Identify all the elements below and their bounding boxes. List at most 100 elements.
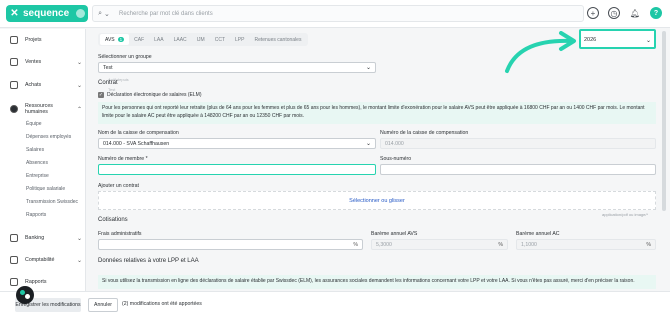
top-icons: + ◷ 🔔︎ ? <box>587 7 662 19</box>
tab-label: AVS <box>105 36 115 43</box>
top-bar: ✕ sequence ⌕ ⌄ Recherche par mot clé dans… <box>0 0 670 28</box>
bank-icon <box>10 234 18 242</box>
cotisations-title: Cotisations <box>98 217 128 223</box>
add-icon[interactable]: + <box>587 7 599 19</box>
group-label: Sélectionner un groupe <box>98 54 152 60</box>
elm-checkbox-row[interactable]: ✓ Déclaration électronique de salaires (… <box>98 92 202 98</box>
percent-suffix: % <box>646 241 651 248</box>
tab-laa[interactable]: LAA <box>149 34 168 45</box>
elm-checkbox-label: Déclaration électronique de salaires (EL… <box>107 92 202 98</box>
tab-lpp[interactable]: LPP <box>230 34 249 45</box>
sidebar-subitem-depenses[interactable]: Dépenses employés <box>26 134 71 140</box>
sidebar-item-rapports[interactable]: Rapports <box>10 278 82 286</box>
fund-name-label: Nom de la caisse de compensation <box>98 130 179 136</box>
checkbox-checked-icon[interactable]: ✓ <box>98 92 104 98</box>
chevron-down-icon: ⌄ <box>645 37 651 44</box>
clock-icon[interactable]: ◷ <box>608 7 620 19</box>
fund-number-value: 014.000 <box>385 140 404 147</box>
contract-upload-zone[interactable]: Sélectionner ou glisser <box>98 191 656 210</box>
chevron-down-icon: ⌄ <box>76 257 82 264</box>
sidebar-item-ressources-humaines[interactable]: Ressources humaines ⌃ <box>10 103 82 115</box>
lpp-info-text: Si vous utilisez la transmission en lign… <box>102 278 635 284</box>
search-input[interactable]: Recherche par mot clé dans clients <box>115 11 213 17</box>
sidebar-subitem-salaires[interactable]: Salaires <box>26 147 44 153</box>
admin-fees-label: Frais administratifs <box>98 231 142 237</box>
logo-badge <box>76 9 85 18</box>
sidebar-subitem-absences[interactable]: Absences <box>26 160 48 166</box>
avs-info-box: Pour les personnes qui ont reporté leur … <box>98 102 656 124</box>
sub-number-input[interactable] <box>380 164 656 175</box>
tab-ijm[interactable]: IJM <box>192 34 210 45</box>
modifications-status: (2) modifications ont été apportées <box>122 301 202 307</box>
avs-info-text: Pour les personnes qui ont reporté leur … <box>102 105 645 119</box>
avs-rate-value: 5,3000 <box>376 241 392 248</box>
tab-cct[interactable]: CCT <box>210 34 230 45</box>
chat-dot-green <box>20 290 25 295</box>
sidebar-item-label: Ressources humaines <box>24 103 53 115</box>
lpp-laa-title: Données relatives à votre LPP et LAA <box>98 258 199 264</box>
sub-number-label: Sous-numéro <box>380 156 412 162</box>
chevron-down-icon: ⌄ <box>104 10 110 18</box>
sidebar-subitem-equipe[interactable]: Équipe <box>26 121 42 127</box>
search-bar[interactable]: ⌕ ⌄ Recherche par mot clé dans clients <box>92 5 584 22</box>
group-select[interactable]: Test ⌄ <box>98 62 376 73</box>
percent-suffix: % <box>498 241 503 248</box>
tag-icon <box>10 58 18 66</box>
chevron-down-icon: ⌄ <box>76 235 82 242</box>
year-highlight: 2026 ⌄ <box>579 29 656 49</box>
people-icon <box>10 105 18 113</box>
tab-count-badge: 1 <box>117 37 125 42</box>
sidebar-subitem-rapports[interactable]: Rapports <box>26 212 46 218</box>
tab-bar: AVS 1 CAF LAA LAAC IJM CCT LPP Retenues … <box>98 33 309 46</box>
tab-caf[interactable]: CAF <box>129 34 149 45</box>
logo-icon: ✕ <box>10 8 19 19</box>
check-square-icon <box>10 36 18 44</box>
sidebar-item-projets[interactable]: Projets <box>10 36 82 44</box>
percent-suffix: % <box>353 241 358 248</box>
add-contract-label: Ajouter un contrat <box>98 183 139 189</box>
sidebar-item-banking[interactable]: Banking ⌄ <box>10 234 82 242</box>
sidebar-item-label: Comptabilité <box>25 257 55 263</box>
bell-icon[interactable]: 🔔︎ <box>629 7 641 19</box>
chevron-down-icon: ⌄ <box>76 59 82 66</box>
sidebar: Projets Ventes ⌄ Achats ⌄ Ressources hum… <box>0 29 86 317</box>
help-icon[interactable]: ? <box>650 7 662 19</box>
group-value: Test <box>103 64 113 71</box>
admin-fees-input[interactable]: % <box>98 239 363 250</box>
footer-bar: Enregistrer les modifications Annuler (2… <box>0 291 670 317</box>
sidebar-subitem-politique[interactable]: Politique salariale <box>26 186 65 192</box>
fund-number-label: Numéro de la caisse de compensation <box>380 130 469 136</box>
chevron-up-icon: ⌃ <box>76 106 82 113</box>
sidebar-item-label: Ventes <box>25 59 42 65</box>
chart-icon <box>10 278 18 286</box>
sidebar-subitem-swissdec[interactable]: Transmission Swissdec <box>26 199 78 205</box>
main-content: AVS 1 CAF LAA LAAC IJM CCT LPP Retenues … <box>94 29 662 291</box>
chevron-down-icon: ⌄ <box>365 141 371 147</box>
fund-number-field: 014.000 <box>380 138 656 149</box>
upload-link[interactable]: Sélectionner ou glisser <box>349 198 405 204</box>
member-number-input[interactable] <box>98 164 376 175</box>
search-icon[interactable]: ⌕ ⌄ <box>93 10 115 18</box>
tab-laac[interactable]: LAAC <box>169 34 192 45</box>
sidebar-subitem-entreprise[interactable]: Entreprise <box>26 173 49 179</box>
tab-retenues[interactable]: Retenues cantonales <box>249 34 306 45</box>
contract-title: Contrat <box>98 80 118 86</box>
tab-avs[interactable]: AVS 1 <box>100 34 130 45</box>
year-select[interactable]: 2026 ⌄ <box>584 34 651 46</box>
sidebar-item-comptabilite[interactable]: Comptabilité ⌄ <box>10 256 82 264</box>
sidebar-item-achats[interactable]: Achats ⌄ <box>10 81 82 89</box>
ac-rate-label: Barème annuel AC <box>516 231 560 237</box>
highlight-arrow <box>505 31 576 73</box>
cancel-button[interactable]: Annuler <box>88 298 118 312</box>
cart-icon <box>10 81 18 89</box>
scrollbar[interactable] <box>662 31 666 211</box>
year-value: 2026 <box>584 37 597 43</box>
sidebar-item-ventes[interactable]: Ventes ⌄ <box>10 58 82 66</box>
avs-rate-label: Barème annuel AVS <box>371 231 418 237</box>
chat-icon[interactable] <box>16 286 34 304</box>
lpp-info-box: Si vous utilisez la transmission en lign… <box>98 275 656 289</box>
app-logo[interactable]: ✕ sequence <box>6 5 88 22</box>
fund-name-select[interactable]: 014.000 - SVA Schaffhausen ⌄ <box>98 138 376 149</box>
logo-text: sequence <box>23 8 70 19</box>
calculator-icon <box>10 256 18 264</box>
